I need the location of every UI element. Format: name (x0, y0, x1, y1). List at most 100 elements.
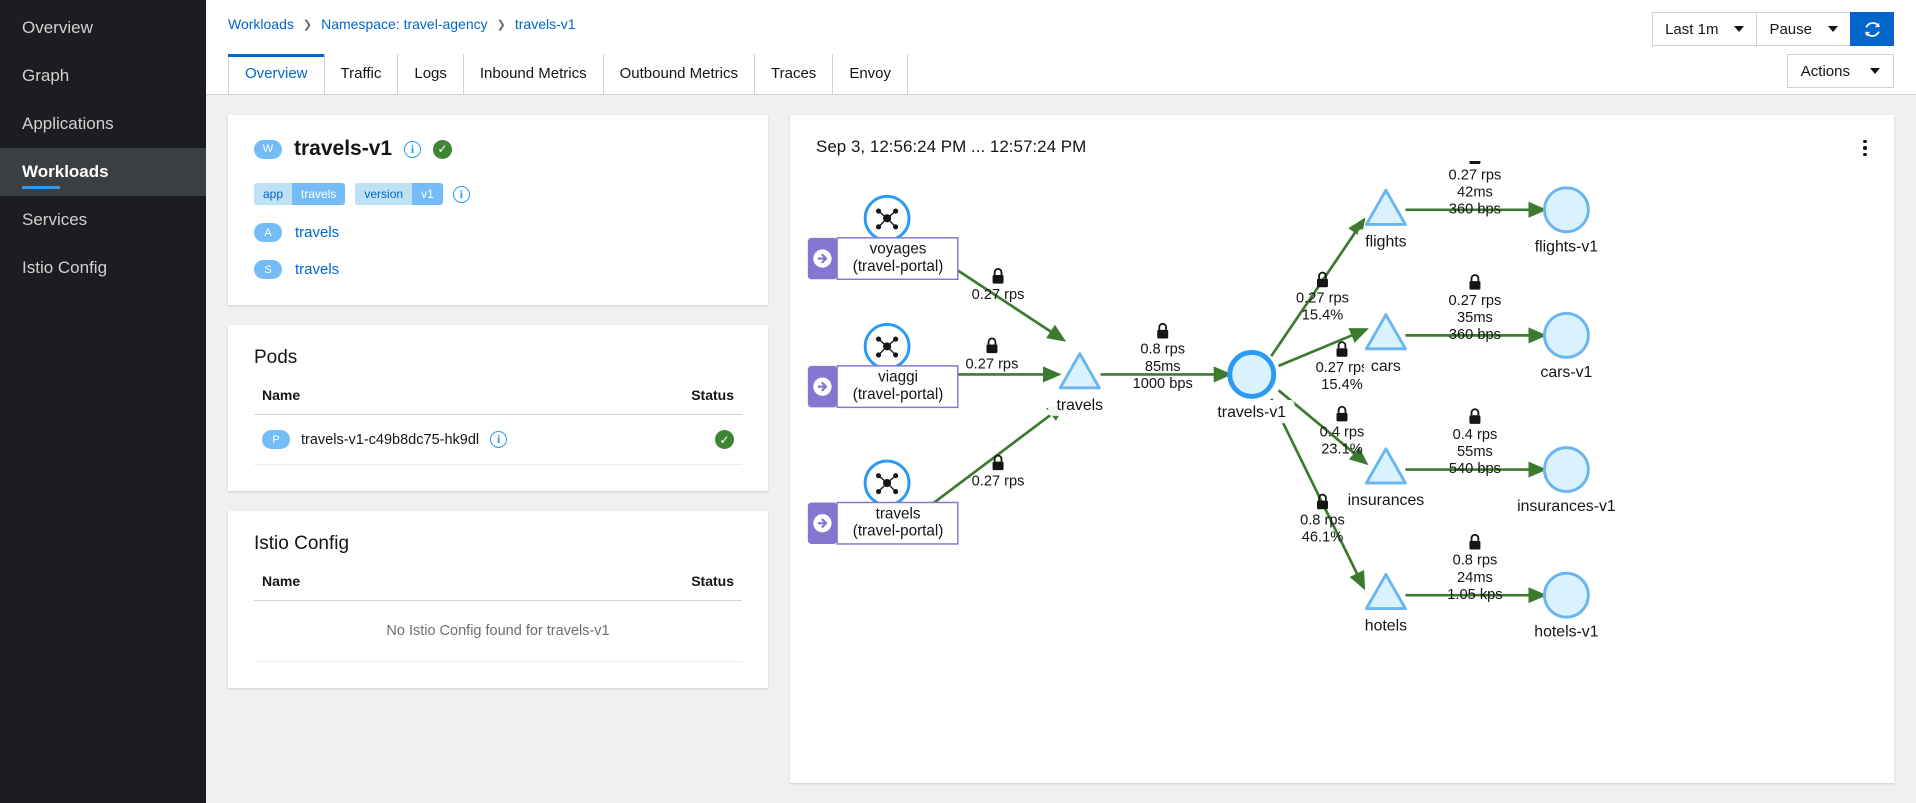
pod-status-cell: ✓ (652, 415, 742, 465)
label-key: version (355, 183, 412, 205)
service-link-row: S travels (254, 260, 742, 279)
graph-node-insurances-v1[interactable]: insurances-v1 (1516, 448, 1616, 518)
graph-canvas[interactable]: 0.27 rps 0.27 rps 0.27 rps (790, 161, 1894, 783)
svg-text:35ms: 35ms (1457, 310, 1493, 326)
node-label: cars-v1 (1540, 364, 1592, 381)
label-chip-app[interactable]: app travels (254, 183, 345, 205)
svg-text:85ms: 85ms (1145, 359, 1181, 375)
breadcrumb: Workloads ❯ Namespace: travel-agency ❯ t… (228, 16, 1894, 32)
tab-traces[interactable]: Traces (754, 54, 832, 94)
chevron-down-icon (1828, 26, 1838, 32)
mini-graph-card: Sep 3, 12:56:24 PM ... 12:57:24 PM (790, 115, 1894, 783)
svg-text:360 bps: 360 bps (1449, 327, 1501, 343)
svg-text:0.27 rps: 0.27 rps (966, 356, 1019, 372)
table-header-row: Name Status (254, 573, 742, 601)
sidebar-item-services[interactable]: Services (0, 196, 206, 244)
health-ok-icon[interactable]: ✓ (433, 140, 452, 159)
breadcrumb-item-workloads[interactable]: Workloads (228, 16, 294, 32)
svg-text:0.27 rps: 0.27 rps (972, 473, 1025, 489)
edge-label-insurances-insurancesv1: 0.4 rps 55ms 540 bps (1449, 409, 1501, 477)
pod-name: travels-v1-c49b8dc75-hk9dl (301, 432, 479, 448)
graph-node-travels-service[interactable]: travels (1048, 354, 1111, 416)
edge-label-cars-carsv1: 0.27 rps 35ms 360 bps (1449, 275, 1502, 343)
node-sublabel: (travel-portal) (853, 258, 944, 275)
breadcrumb-item-namespace[interactable]: Namespace: travel-agency (321, 16, 488, 32)
sidebar-item-overview[interactable]: Overview (0, 4, 206, 52)
tab-inbound-metrics[interactable]: Inbound Metrics (463, 54, 603, 94)
graph-node-travels-portal[interactable]: travels (travel-portal) (808, 461, 958, 544)
graph-node-viaggi[interactable]: viaggi (travel-portal) (808, 324, 958, 407)
tab-bar: Overview Traffic Logs Inbound Metrics Ou… (228, 54, 1894, 94)
edge-label-travelsv1-insurances: 0.4 rps 23.1% (1320, 407, 1365, 458)
refresh-interval-dropdown[interactable]: Pause (1756, 12, 1851, 46)
tab-logs[interactable]: Logs (397, 54, 463, 94)
graph-node-flights-v1[interactable]: flights-v1 (1529, 188, 1605, 258)
istio-config-card-title: Istio Config (254, 533, 742, 555)
sidebar-item-label: Overview (22, 18, 93, 38)
node-label: travels-v1 (1217, 404, 1286, 421)
sidebar-item-workloads[interactable]: Workloads (0, 148, 206, 196)
labels-row: app travels version v1 i (254, 183, 742, 205)
workload-info-card: W travels-v1 i ✓ app travels version v1 (228, 115, 768, 305)
svg-text:0.27 rps: 0.27 rps (1449, 167, 1502, 183)
actions-dropdown[interactable]: Actions (1787, 54, 1894, 88)
svg-text:24ms: 24ms (1457, 570, 1493, 586)
svg-text:0.27 rps: 0.27 rps (1316, 360, 1369, 376)
chevron-down-icon (1870, 68, 1880, 74)
top-bar: Workloads ❯ Namespace: travel-agency ❯ t… (206, 0, 1916, 95)
info-icon[interactable]: i (490, 431, 507, 448)
service-badge: S (254, 260, 282, 279)
labels-info-icon[interactable]: i (453, 186, 470, 203)
pod-name-cell: P travels-v1-c49b8dc75-hk9dl i (254, 415, 652, 465)
application-badge: A (254, 223, 282, 242)
application-link[interactable]: travels (295, 224, 339, 241)
graph-node-hotels-v1[interactable]: hotels-v1 (1530, 573, 1603, 643)
pods-table: Name Status P travels-v1-c49b8dc75-hk9dl… (254, 387, 742, 465)
edge-label-hotels-hotelsv1: 0.8 rps 24ms 1.05 kps (1447, 535, 1502, 603)
pods-card-title: Pods (254, 347, 742, 369)
graph-node-insurances-service[interactable]: insurances (1344, 449, 1427, 511)
graph-node-travels-v1[interactable]: travels-v1 (1210, 352, 1294, 423)
tab-outbound-metrics[interactable]: Outbound Metrics (603, 54, 754, 94)
sidebar-item-applications[interactable]: Applications (0, 100, 206, 148)
info-icon[interactable]: i (404, 141, 421, 158)
tab-traffic[interactable]: Traffic (324, 54, 398, 94)
pod-badge: P (262, 430, 290, 449)
sidebar-item-graph[interactable]: Graph (0, 52, 206, 100)
node-label: insurances-v1 (1517, 498, 1616, 515)
breadcrumb-item-workload[interactable]: travels-v1 (515, 16, 576, 32)
edge-label-viaggi-travels: 0.27 rps (966, 338, 1019, 372)
node-label: travels (1056, 397, 1103, 414)
time-range-dropdown[interactable]: Last 1m (1652, 12, 1757, 46)
tab-envoy[interactable]: Envoy (832, 54, 908, 94)
graph-node-hotels-service[interactable]: hotels (1359, 574, 1414, 636)
label-value: travels (292, 183, 345, 205)
edge-label-travelsv1-cars: 0.27 rps 15.4% (1316, 342, 1369, 393)
node-label: hotels (1365, 618, 1407, 635)
label-chip-version[interactable]: version v1 (355, 183, 442, 205)
svg-text:15.4%: 15.4% (1302, 308, 1343, 324)
tab-overview[interactable]: Overview (228, 54, 324, 94)
node-label: flights (1365, 233, 1406, 250)
graph-node-voyages[interactable]: voyages (travel-portal) (808, 196, 958, 279)
edge-label-travelsportal-travels: 0.27 rps (972, 456, 1025, 490)
graph-node-cars-service[interactable]: cars (1364, 315, 1408, 377)
graph-node-cars-v1[interactable]: cars-v1 (1535, 313, 1598, 383)
node-sublabel: (travel-portal) (853, 522, 944, 539)
sidebar-item-istio-config[interactable]: Istio Config (0, 244, 206, 292)
left-column: W travels-v1 i ✓ app travels version v1 (228, 115, 768, 783)
page-title: travels-v1 (294, 137, 392, 161)
refresh-button[interactable] (1850, 12, 1894, 46)
tab-label: Overview (245, 65, 308, 82)
sidebar-item-label: Applications (22, 114, 114, 134)
node-label: viaggi (878, 369, 918, 386)
istio-config-card: Istio Config Name Status No Istio Config… (228, 511, 768, 688)
kebab-menu-icon[interactable] (1854, 135, 1876, 161)
breadcrumb-separator-icon: ❯ (497, 18, 506, 31)
svg-text:0.8 rps: 0.8 rps (1300, 512, 1345, 528)
graph-node-flights-service[interactable]: flights (1358, 190, 1414, 252)
breadcrumb-separator-icon: ❯ (303, 18, 312, 31)
sidebar-item-label: Graph (22, 66, 69, 86)
service-link[interactable]: travels (295, 261, 339, 278)
edge-label-travelsv1-hotels: 0.8 rps 46.1% (1300, 495, 1345, 546)
